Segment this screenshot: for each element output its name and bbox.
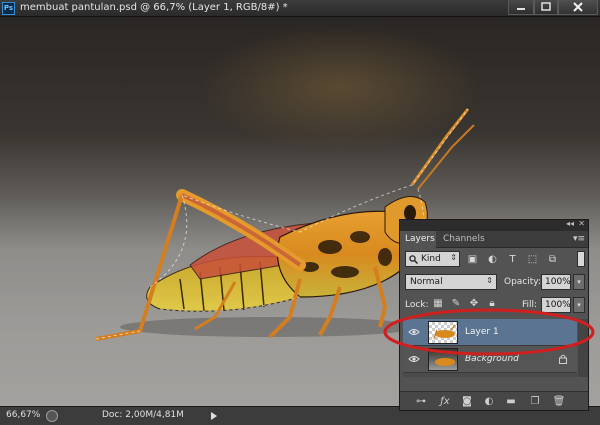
status-menu-arrow-icon[interactable] xyxy=(210,411,218,421)
eye-visibility-icon[interactable] xyxy=(408,354,420,364)
maximize-button[interactable] xyxy=(534,0,558,15)
status-info-icon[interactable] xyxy=(46,410,58,422)
fx-icon[interactable]: ƒx xyxy=(438,395,452,408)
close-panel-icon[interactable]: ✕ xyxy=(578,219,585,228)
pixel-filter-icon[interactable]: ▣ xyxy=(466,253,479,266)
layer-thumbnail xyxy=(428,348,458,371)
document-size-info: Doc: 2,00M/4,81M xyxy=(102,410,184,420)
filter-toggle[interactable] xyxy=(577,251,585,267)
collapse-panel-icon[interactable]: ◂◂ xyxy=(566,219,574,228)
fill-label: Fill: xyxy=(522,300,538,310)
adjustment-filter-icon[interactable]: ◐ xyxy=(486,253,499,266)
layer-row-layer-1[interactable]: Layer 1 xyxy=(403,319,577,346)
new-layer-icon[interactable]: ❐ xyxy=(528,395,542,408)
lock-label: Lock: xyxy=(405,300,429,310)
lock-all-icon[interactable]: 🔒︎ xyxy=(486,298,498,310)
type-filter-icon[interactable]: T xyxy=(506,253,519,266)
panel-footer: ⊶ ƒx ◙ ◐ ▬ ❐ 🗑︎ xyxy=(400,391,588,410)
opacity-slider-button[interactable]: ▾ xyxy=(573,274,585,290)
chevron-updown-icon: ⇕ xyxy=(486,276,493,285)
blend-mode-value: Normal xyxy=(410,277,443,287)
blend-mode-dropdown[interactable]: Normal ⇕ xyxy=(405,274,497,290)
filter-kind-dropdown[interactable]: Kind ⇕ xyxy=(405,251,460,267)
tab-channels[interactable]: Channels xyxy=(438,231,490,248)
document-title: membuat pantulan.psd @ 66,7% (Layer 1, R… xyxy=(20,2,288,13)
maximize-icon xyxy=(541,2,551,11)
search-icon xyxy=(409,255,418,264)
minimize-icon xyxy=(517,8,525,10)
lock-image-icon[interactable]: ✎ xyxy=(450,298,462,310)
lock-icon xyxy=(559,354,567,364)
eye-visibility-icon[interactable] xyxy=(408,327,420,337)
close-window-button[interactable] xyxy=(558,0,598,15)
minimize-button[interactable] xyxy=(508,0,534,15)
zoom-level[interactable]: 66,67% xyxy=(6,410,40,420)
fill-slider-button[interactable]: ▾ xyxy=(573,297,585,313)
panel-menu-icon[interactable]: ▾≡ xyxy=(573,234,585,244)
layers-panel: ◂◂ ✕ Layers Channels ▾≡ Kind ⇕ ▣ ◐ T ⬚ ⧉… xyxy=(399,219,589,411)
lock-position-icon[interactable]: ✥ xyxy=(468,298,480,310)
layers-list: Layer 1 Background xyxy=(403,319,577,377)
filter-kind-label: Kind xyxy=(421,254,441,264)
smart-object-filter-icon[interactable]: ⧉ xyxy=(546,253,559,266)
document-title-bar[interactable]: Ps membuat pantulan.psd @ 66,7% (Layer 1… xyxy=(0,0,600,17)
lock-transparent-icon[interactable]: ▦ xyxy=(432,298,444,310)
tab-layers[interactable]: Layers xyxy=(400,231,436,248)
trash-icon[interactable]: 🗑︎ xyxy=(552,395,566,408)
close-icon xyxy=(573,2,583,12)
panel-header[interactable]: ◂◂ ✕ xyxy=(400,219,588,231)
adjustment-icon[interactable]: ◐ xyxy=(482,395,496,408)
link-icon[interactable]: ⊶ xyxy=(414,395,428,408)
folder-icon[interactable]: ▬ xyxy=(504,395,518,408)
layer-name[interactable]: Background xyxy=(465,354,519,364)
grasshopper-thumbnail-icon xyxy=(435,358,455,366)
layers-scrollbar[interactable] xyxy=(578,319,588,377)
layer-row-background[interactable]: Background xyxy=(403,346,577,373)
layer-name[interactable]: Layer 1 xyxy=(465,327,499,337)
mask-icon[interactable]: ◙ xyxy=(460,395,474,408)
opacity-input[interactable]: 100% xyxy=(541,274,571,290)
opacity-label: Opacity: xyxy=(504,277,541,287)
photoshop-app-icon: Ps xyxy=(2,2,15,15)
chevron-updown-icon: ⇕ xyxy=(450,253,457,262)
grasshopper-thumbnail-icon xyxy=(433,324,456,340)
shape-filter-icon[interactable]: ⬚ xyxy=(526,253,539,266)
layer-thumbnail xyxy=(428,321,458,344)
panel-tabs: Layers Channels ▾≡ xyxy=(400,231,588,248)
fill-input[interactable]: 100% xyxy=(541,297,571,313)
